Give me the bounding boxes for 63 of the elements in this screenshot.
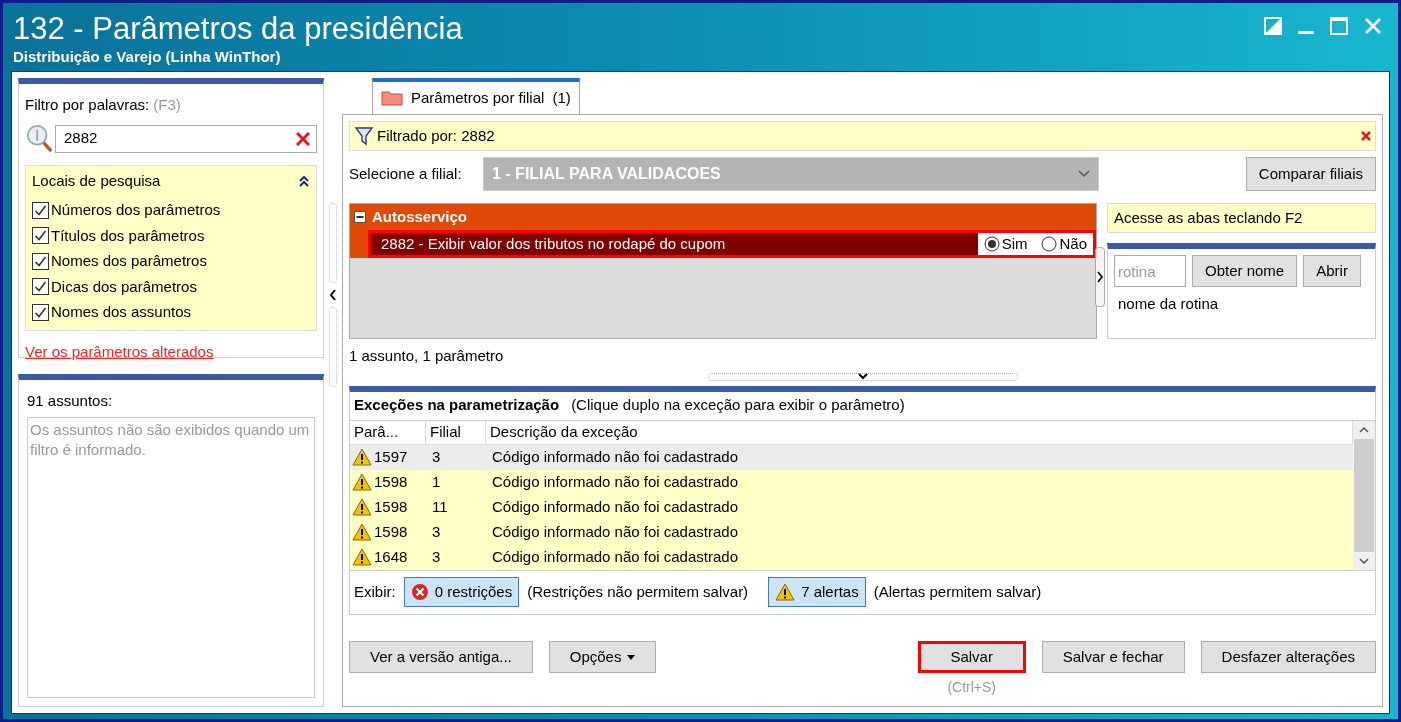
radio-option[interactable]: Sim [983, 232, 1028, 256]
shortcut-hint: (Ctrl+S) [947, 678, 996, 697]
exception-row[interactable]: 1598 3 Código informado não foi cadastrado [350, 519, 1353, 545]
checkbox-label: Títulos dos parâmetros [51, 225, 205, 246]
routine-name: nome da rotina [1117, 294, 1220, 314]
footer-button[interactable]: Salvar e fechar [1041, 641, 1185, 673]
empty-message: Os assuntos não são exibidos quando um filtro é informado. [30, 419, 311, 460]
checkbox-label: Nomes dos parâmetros [51, 251, 207, 271]
filter-text: Filtrado por: 2882 [377, 125, 496, 146]
search-field[interactable]: 2882 [55, 124, 317, 153]
checkbox-label: Dicas dos parâmetros [51, 276, 197, 297]
table-cell-text: 3 [431, 546, 442, 567]
exceptions-subtitle: (Clique duplo na exceção para exibir o parâmetro) [571, 395, 905, 416]
table-cell-text: 11 [431, 496, 449, 517]
table-cell-text: 1598 [374, 471, 408, 492]
filter-label: Filtro por palavras: [25, 95, 150, 115]
table-cell-text: Código informado não foi cadastrado [491, 521, 739, 542]
shortcut-hint: (F3) [153, 95, 181, 115]
exception-row[interactable]: 1648 3 Código informado não foi cadastrado [350, 544, 1353, 570]
toggle-button[interactable]: 7 alertas [768, 577, 866, 607]
radio-option[interactable]: Não [1041, 232, 1087, 256]
subjects-count: 91 assuntos: [27, 391, 114, 411]
column-header[interactable]: Filial [426, 420, 486, 444]
table-cell-text: Código informado não foi cadastrado [491, 471, 739, 492]
checkbox-label: Nomes dos assuntos [51, 302, 192, 322]
section-title: Locais de pesquisa [32, 170, 161, 191]
toggle-note: (Alertas permitem salvar) [873, 581, 1042, 602]
table-cell-text: 1 [431, 471, 442, 492]
param-row[interactable]: 2882 - Exibir valor dos tributos no rodapé do cupom Sim Não [368, 230, 1096, 258]
table-cell-text: 1598 [374, 521, 408, 542]
params-summary: 1 assunto, 1 parâmetro [349, 346, 505, 366]
compare-button[interactable]: Comparar filiais [1245, 157, 1376, 191]
column-header[interactable]: Parâ... [350, 420, 426, 444]
table-cell-text: 3 [431, 446, 442, 467]
branch-label: Selecione a filial: [349, 163, 463, 184]
table-cell-text: Código informado não foi cadastrado [491, 546, 739, 567]
table-cell-text: Código informado não foi cadastrado [491, 496, 739, 517]
group-header[interactable]: Autosserviço [350, 204, 1096, 230]
table-cell-text: 1648 [374, 546, 408, 567]
window-title: 132 - Parâmetros da presidência [13, 11, 463, 47]
checkbox-label: Números dos parâmetros [51, 200, 221, 220]
exception-row[interactable]: 1597 3 Código informado não foi cadastrado [350, 444, 1353, 470]
hint-bar: Acesse as abas teclando F2 [1107, 203, 1376, 233]
changed-params-link[interactable]: Ver os parâmetros alterados [25, 340, 317, 363]
table-cell-text: 3 [431, 521, 442, 542]
routine-button[interactable]: Abrir [1303, 255, 1361, 287]
table-cell-text: 1598 [374, 496, 408, 517]
toggle-button[interactable]: 0 restrições [403, 577, 520, 607]
tab[interactable]: Parâmetros por filial (1) [372, 78, 580, 114]
show-label: Exibir: [354, 581, 396, 602]
window-subtitle: Distribuição e Varejo (Linha WinThor) [13, 47, 282, 67]
footer-button[interactable]: Desfazer alterações [1200, 641, 1376, 673]
old-version-button[interactable]: Ver a versão antiga... [349, 641, 533, 673]
options-button[interactable]: Opções [548, 641, 657, 673]
exception-row[interactable]: 1598 1 Código informado não foi cadastrado [350, 469, 1353, 495]
table-cell-text: 1597 [374, 446, 408, 467]
exception-row[interactable]: 1598 11 Código informado não foi cadastrado [350, 494, 1353, 520]
routine-field[interactable]: rotina [1114, 255, 1186, 287]
footer-button[interactable]: Salvar [917, 641, 1026, 673]
toggle-note: (Restrições não permitem salvar) [527, 581, 749, 602]
table-cell-text: Código informado não foi cadastrado [491, 446, 739, 467]
exceptions-title: Exceções na parametrização [354, 395, 560, 416]
routine-button[interactable]: Obter nome [1192, 255, 1298, 287]
